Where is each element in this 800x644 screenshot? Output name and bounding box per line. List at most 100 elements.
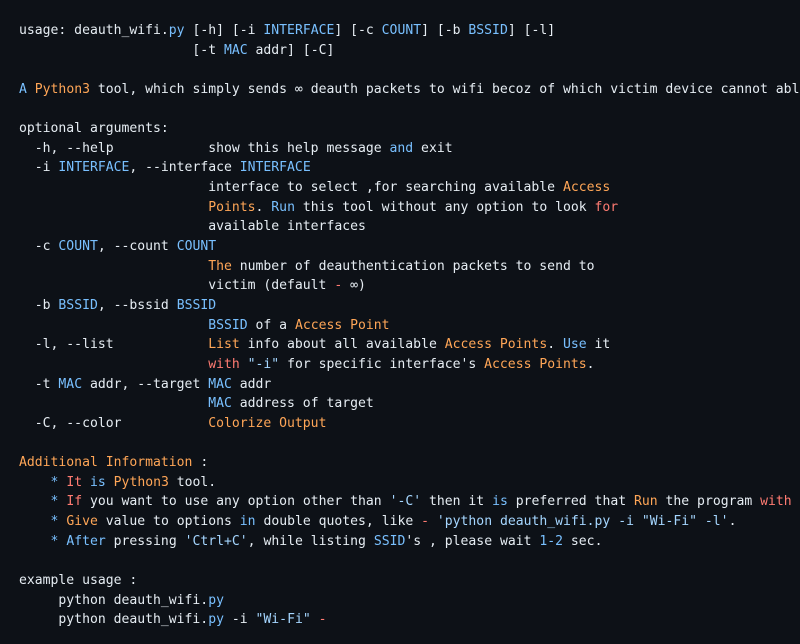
code-token: addr] [-C] <box>247 42 335 58</box>
code-line: -c COUNT, --count COUNT <box>19 237 800 257</box>
code-token: 'Ctrl+C' <box>184 533 248 549</box>
code-token: this tool without any option to look <box>294 199 595 215</box>
code-token: Python3 <box>34 81 90 97</box>
code-line: Additional Information : <box>19 453 800 473</box>
code-line: * Give value to options in double quotes… <box>19 512 800 532</box>
code-token: , while listing <box>247 533 374 549</box>
code-token: victim (default <box>19 278 335 294</box>
code-token: . <box>586 356 595 372</box>
code-token: 'python deauth_wifi.py -i "Wi-Fi" -l' <box>436 514 729 530</box>
code-token: BSSID <box>176 297 217 313</box>
code-token: for specific interface's <box>279 356 485 372</box>
code-block: usage: deauth_wifi.py [-h] [-i INTERFACE… <box>0 0 800 644</box>
code-token: It <box>66 474 83 490</box>
code-line: * It is Python3 tool. <box>19 473 800 493</box>
code-line: python deauth_wifi.py <box>19 591 800 611</box>
code-token: INTERFACE <box>263 23 335 38</box>
code-token: ] [-l] <box>507 23 556 38</box>
code-line: example usage : <box>19 571 800 591</box>
code-token: Points <box>208 199 256 215</box>
code-token: Access Point <box>294 317 390 333</box>
code-token: python deauth_wifi. <box>19 592 209 608</box>
code-token: Additional Information <box>19 455 193 471</box>
code-token: . <box>255 199 272 215</box>
code-token: Use <box>562 337 587 353</box>
code-line: MAC address of target <box>19 394 800 414</box>
code-line: victim (default - ∞) <box>19 276 800 296</box>
code-token: the program <box>657 494 761 510</box>
code-token: . <box>547 337 563 353</box>
code-token: py <box>168 23 185 38</box>
code-token: MAC <box>208 396 232 412</box>
code-token: ] [-c <box>334 23 382 38</box>
code-token: with <box>208 356 240 372</box>
code-token: [-h] [-i <box>184 23 264 38</box>
code-token: Access Points <box>444 337 548 353</box>
code-token: py <box>208 592 224 608</box>
code-line: available interfaces <box>19 217 800 237</box>
code-token: -i <box>19 160 59 176</box>
code-token: addr <box>231 376 272 392</box>
code-token: preferred that <box>507 494 634 510</box>
code-token: -b <box>19 297 59 313</box>
code-token: Run <box>271 199 295 215</box>
code-token: Access Points <box>484 356 587 372</box>
code-token: "-i" <box>247 356 280 372</box>
code-line: -t MAC addr, --target MAC addr <box>19 375 800 395</box>
code-token: MAC <box>58 376 83 392</box>
code-token: py <box>208 612 224 628</box>
code-line: -i INTERFACE, --interface INTERFACE <box>19 158 800 178</box>
code-token: -i <box>223 612 256 628</box>
code-token: tool, which simply sends ∞ deauth packet… <box>89 81 800 97</box>
code-line: -l, --list List info about all available… <box>19 335 800 355</box>
code-line: A Python3 tool, which simply sends ∞ dea… <box>19 80 800 100</box>
code-token: number of deauthentication packets to se… <box>231 258 595 274</box>
code-token: A <box>19 81 35 97</box>
code-token: - <box>421 514 429 530</box>
code-token: and <box>389 140 414 156</box>
code-line: Points. Run this tool without any option… <box>19 198 800 218</box>
code-token: "Wi-Fi" <box>255 612 311 628</box>
code-line: -C, --color Colorize Output <box>19 414 800 434</box>
code-token: example usage : <box>19 572 138 588</box>
code-token: SSID <box>373 533 406 549</box>
code-token: - <box>318 612 327 628</box>
code-token: COUNT <box>58 239 98 255</box>
code-token: INTERFACE <box>239 160 311 176</box>
code-token: INTERFACE <box>58 160 130 176</box>
code-token: value to options <box>97 514 240 530</box>
code-token: you want to use any option other than <box>82 494 390 510</box>
code-token: Python3 <box>113 474 169 490</box>
code-line: * If you want to use any option other th… <box>19 492 800 512</box>
code-token: , --interface <box>129 160 240 176</box>
code-line: -h, --help show this help message and ex… <box>19 139 800 159</box>
code-token: -C, --color <box>19 415 209 431</box>
code-token: Run <box>633 494 658 510</box>
code-token: BSSID <box>468 23 508 38</box>
code-token: is <box>492 494 508 510</box>
code-token: MAC <box>208 376 232 392</box>
code-token: '-C' <box>389 494 422 510</box>
code-line: interface to select ,for searching avail… <box>19 178 800 198</box>
code-token: 1-2 <box>539 533 564 549</box>
code-token: MAC <box>223 42 248 58</box>
code-token: The <box>208 258 232 274</box>
code-token: BSSID <box>58 297 98 313</box>
code-line: * After pressing 'Ctrl+C', while listing… <box>19 532 800 552</box>
code-token: in <box>239 514 256 530</box>
code-token: exit <box>413 140 453 156</box>
code-token: double quotes, like <box>255 514 422 530</box>
